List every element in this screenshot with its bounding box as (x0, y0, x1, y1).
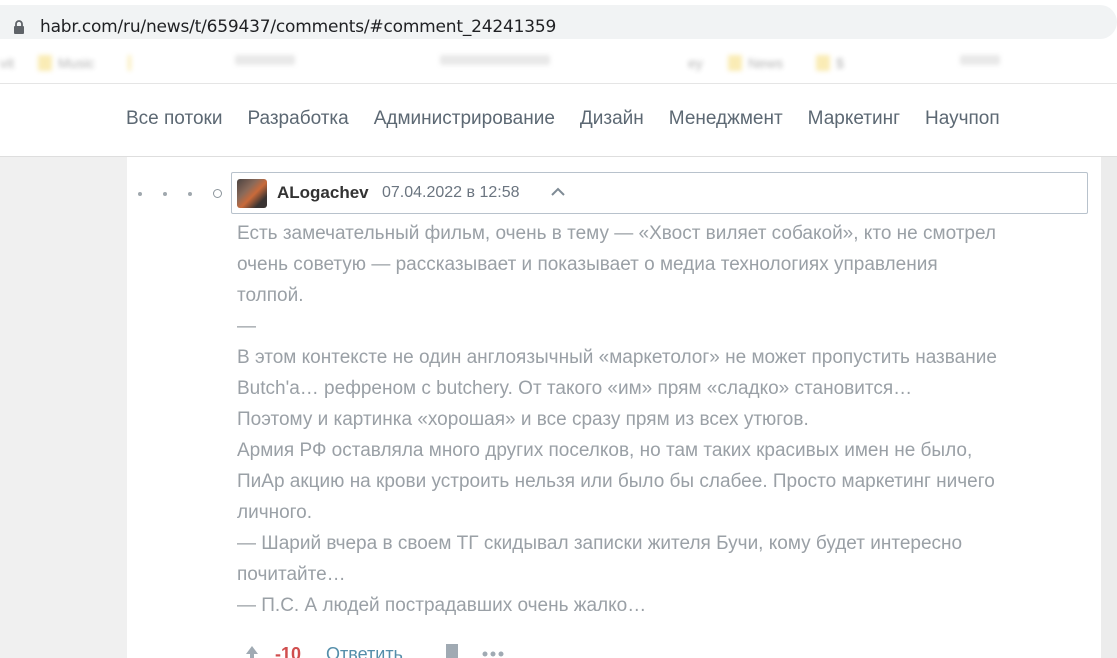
bookmark-item[interactable]: $ (816, 55, 844, 71)
avatar[interactable] (237, 179, 267, 208)
nav-item-all[interactable]: Все потоки (126, 108, 222, 130)
comment-score: -10 (275, 644, 302, 658)
thread-dot[interactable] (163, 191, 167, 196)
bookmark-item[interactable] (235, 55, 295, 65)
bookmark-item[interactable] (960, 55, 1000, 65)
comment-line: личного. (237, 502, 313, 523)
bookmark-item[interactable] (128, 55, 131, 71)
nav-item-management[interactable]: Менеджмент (669, 108, 783, 130)
reply-button[interactable]: Ответить (326, 644, 403, 658)
url-text[interactable]: habr.com/ru/news/t/659437/comments/#comm… (40, 17, 556, 37)
habr-nav-bar: Все потоки Разработка Администрирование … (0, 84, 1117, 157)
more-dots-icon[interactable] (481, 650, 505, 658)
browser-address-bar: habr.com/ru/news/t/659437/comments/#comm… (0, 0, 1117, 45)
comment-line: — (237, 316, 256, 337)
comment-line: очень советую — рассказывает и показывае… (237, 254, 938, 275)
comment-line: ПиАр акцию на крови устроить нельзя или … (237, 471, 995, 492)
nav-item-design[interactable]: Дизайн (580, 108, 644, 130)
bookmark-item[interactable]: Music (38, 55, 95, 71)
nav-flows: Все потоки Разработка Администрирование … (126, 108, 1025, 130)
nav-item-popsci[interactable]: Научпоп (925, 108, 1000, 130)
comment-line: — Шарий вчера в своем ТГ скидывал записк… (237, 533, 963, 554)
bookmark-item[interactable] (440, 55, 550, 65)
thread-dot-current (213, 189, 222, 198)
vote-up-icon[interactable] (245, 644, 259, 658)
thread-level-indicator (138, 189, 222, 198)
chevron-up-icon[interactable] (550, 186, 566, 198)
url-field[interactable]: habr.com/ru/news/t/659437/comments/#comm… (0, 5, 1117, 39)
nav-item-develop[interactable]: Разработка (247, 108, 348, 130)
bookmark-item[interactable]: vit (0, 55, 14, 71)
comment-line: — П.С. А людей пострадавших очень жалко… (237, 595, 647, 616)
comment-date[interactable]: 07.04.2022 в 12:58 (382, 184, 520, 202)
thread-dot[interactable] (188, 191, 192, 196)
comment-header: ALogachev 07.04.2022 в 12:58 (231, 172, 1088, 214)
thread-dot[interactable] (138, 191, 142, 196)
comment-line: Есть замечательный фильм, очень в тему —… (237, 223, 997, 244)
bookmark-icon[interactable] (445, 644, 459, 658)
comment-line: почитайте… (237, 564, 346, 585)
nav-item-admin[interactable]: Администрирование (374, 108, 555, 130)
bookmarks-bar: vit Music ey News $ (0, 45, 1117, 84)
comment-footer: -10 Ответить (237, 638, 637, 658)
comment-line: В этом контексте не один англоязычный «м… (237, 347, 997, 368)
page-right-gutter (1101, 157, 1117, 658)
bookmark-item[interactable]: News (728, 55, 783, 71)
comment-author[interactable]: ALogachev (277, 183, 369, 203)
comment-line: Butch'a… рефреном с butchery. От такого … (237, 378, 913, 399)
comment-line: Поэтому и картинка «хорошая» и все сразу… (237, 409, 809, 430)
lock-icon[interactable] (13, 20, 25, 34)
bookmark-item[interactable]: ey (688, 55, 703, 71)
comment-line: толпой. (237, 285, 304, 306)
comment-line: Армия РФ оставляла много других поселков… (237, 440, 973, 461)
comment-text: Есть замечательный фильм, очень в тему —… (237, 218, 1097, 621)
nav-item-marketing[interactable]: Маркетинг (808, 108, 900, 130)
